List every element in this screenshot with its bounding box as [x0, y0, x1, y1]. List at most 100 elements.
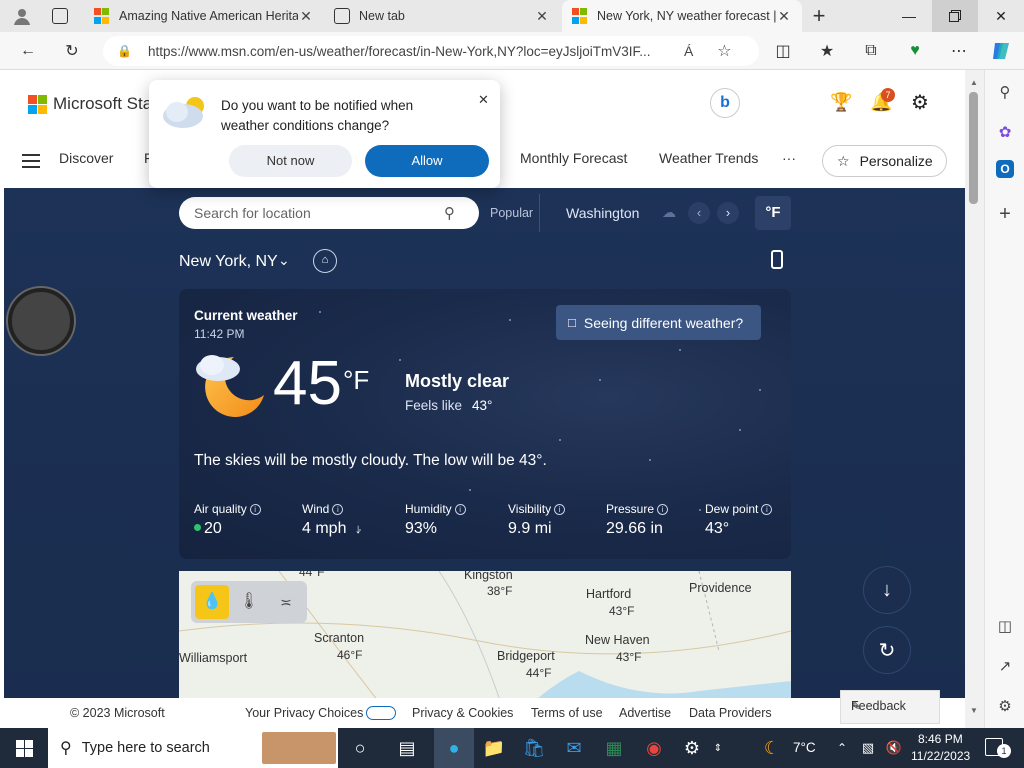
- info-icon[interactable]: i: [332, 504, 344, 515]
- page-scrollbar[interactable]: ▲ ▼: [965, 70, 984, 728]
- refresh-icon[interactable]: ↻: [59, 38, 85, 64]
- next-city-button[interactable]: ›: [717, 202, 739, 224]
- metric-dew-point[interactable]: Dew point i 43°: [705, 502, 773, 538]
- task-view-icon[interactable]: ▤: [387, 728, 427, 768]
- nav-discover[interactable]: Discover: [59, 150, 113, 166]
- tab-weather-forecast[interactable]: New York, NY weather forecast | ✕: [562, 0, 802, 32]
- windows-start-icon[interactable]: [4, 728, 44, 768]
- privacy-cookies-link[interactable]: Privacy & Cookies: [412, 706, 513, 720]
- favorite-star-icon[interactable]: ☆: [717, 41, 731, 61]
- info-icon[interactable]: i: [249, 504, 261, 515]
- read-aloud-icon[interactable]: Á: [684, 43, 693, 59]
- nav-monthly-forecast[interactable]: Monthly Forecast: [520, 150, 627, 166]
- wind-layer-icon[interactable]: ≍: [271, 585, 301, 619]
- home-icon[interactable]: ⌂: [313, 249, 337, 273]
- info-icon[interactable]: i: [657, 504, 669, 515]
- sidebar-add-icon[interactable]: +: [993, 202, 1017, 226]
- favorites-icon[interactable]: ★: [814, 38, 840, 64]
- address-bar[interactable]: 🔒 https://www.msn.com/en-us/weather/fore…: [103, 36, 759, 66]
- lock-icon[interactable]: 🔒: [117, 44, 132, 58]
- metric-wind[interactable]: Wind i 4 mph ↓: [302, 502, 361, 538]
- bing-icon[interactable]: b: [710, 88, 740, 118]
- allow-button[interactable]: Allow: [365, 145, 489, 177]
- mobile-device-icon[interactable]: [771, 250, 783, 269]
- store-icon[interactable]: 🛍: [514, 728, 554, 768]
- scroll-down-button[interactable]: ↓: [863, 566, 911, 614]
- weather-moon-icon[interactable]: ☾: [752, 728, 792, 768]
- close-window-button[interactable]: ✕: [978, 0, 1024, 32]
- terms-link[interactable]: Terms of use: [531, 706, 603, 720]
- restore-button[interactable]: [932, 0, 978, 32]
- new-tab-button[interactable]: +: [808, 3, 830, 29]
- nav-weather-trends[interactable]: Weather Trends: [659, 150, 758, 166]
- refresh-weather-button[interactable]: ↻: [863, 626, 911, 674]
- nav-more[interactable]: ···: [782, 150, 796, 166]
- app-icon[interactable]: ▦: [594, 728, 634, 768]
- settings-gear-icon[interactable]: ⚙: [911, 90, 929, 115]
- microsoft-logo-icon[interactable]: [28, 95, 47, 114]
- tab-new-tab[interactable]: New tab ✕: [324, 0, 560, 32]
- sidebar-search-icon[interactable]: ⚲: [993, 80, 1017, 104]
- minimize-button[interactable]: —: [886, 0, 932, 32]
- advertise-link[interactable]: Advertise: [619, 706, 671, 720]
- scrollbar-thumb[interactable]: [969, 92, 978, 204]
- location-title[interactable]: New York, NY: [179, 253, 278, 271]
- sidebar-outlook-icon[interactable]: O: [996, 160, 1014, 178]
- privacy-choices-link[interactable]: Your Privacy Choices: [245, 706, 363, 720]
- clock-time[interactable]: 8:46 PM: [918, 732, 963, 746]
- volume-muted-icon[interactable]: 🔇: [882, 728, 906, 768]
- metric-humidity[interactable]: Humidity i 93%: [405, 502, 466, 538]
- metric-visibility[interactable]: Visibility i 9.9 mi: [508, 502, 566, 538]
- collections-icon[interactable]: ⧉: [858, 38, 884, 64]
- tray-chevron-up-icon[interactable]: ⌃: [830, 728, 854, 768]
- personalize-button[interactable]: ☆ Personalize: [822, 145, 947, 177]
- popular-city-washington[interactable]: Washington: [566, 205, 639, 221]
- taskbar-search-input[interactable]: Type here to search: [82, 740, 210, 756]
- metric-pressure[interactable]: Pressure i 29.66 in: [606, 502, 669, 538]
- taskbar-search-box[interactable]: ⚲ Type here to search: [48, 728, 338, 768]
- popup-close-icon[interactable]: ✕: [478, 92, 489, 108]
- data-providers-link[interactable]: Data Providers: [689, 706, 772, 720]
- profile-icon[interactable]: [12, 6, 32, 26]
- info-icon[interactable]: i: [554, 504, 566, 515]
- settings-more-icon[interactable]: ⋯: [946, 38, 972, 64]
- search-input[interactable]: Search for location: [194, 205, 444, 221]
- clock-date[interactable]: 11/22/2023: [911, 749, 970, 763]
- precipitation-layer-icon[interactable]: 💧: [195, 585, 229, 619]
- temperature-layer-icon[interactable]: 🌡: [234, 585, 264, 619]
- scroll-up-arrow[interactable]: ▲: [970, 78, 978, 87]
- split-screen-icon[interactable]: ◫: [770, 38, 796, 64]
- back-icon[interactable]: ←: [15, 38, 41, 64]
- metric-air-quality[interactable]: Air quality i 20: [194, 502, 261, 538]
- cortana-icon[interactable]: ○: [340, 728, 380, 768]
- brand-name[interactable]: Microsoft Sta: [53, 94, 152, 114]
- close-tab-icon[interactable]: ✕: [776, 8, 792, 25]
- edge-taskbar-icon[interactable]: ●: [434, 728, 474, 768]
- close-tab-icon[interactable]: ✕: [298, 8, 314, 25]
- file-explorer-icon[interactable]: 📁: [474, 728, 514, 768]
- taskbar-overflow-chevron-icon[interactable]: ⇕: [706, 728, 730, 768]
- info-icon[interactable]: i: [454, 504, 466, 515]
- chrome-icon[interactable]: ◉: [634, 728, 674, 768]
- info-icon[interactable]: i: [761, 504, 773, 515]
- side-widget-circle[interactable]: [8, 288, 74, 354]
- menu-hamburger-icon[interactable]: [22, 154, 40, 168]
- search-icon[interactable]: ⚲: [444, 204, 455, 222]
- prev-city-button[interactable]: ‹: [688, 202, 710, 224]
- location-search-box[interactable]: Search for location ⚲: [179, 197, 479, 229]
- feedback-button[interactable]: ✎ Feedback: [840, 690, 940, 724]
- copilot-icon[interactable]: [988, 38, 1014, 64]
- sidebar-copilot-icon[interactable]: ✿: [993, 120, 1017, 144]
- sidebar-panel-icon[interactable]: ◫: [993, 614, 1017, 638]
- unit-toggle[interactable]: °F: [755, 196, 791, 230]
- not-now-button[interactable]: Not now: [229, 145, 352, 177]
- close-tab-icon[interactable]: ✕: [534, 8, 550, 25]
- scroll-down-arrow[interactable]: ▼: [970, 706, 978, 715]
- chevron-down-icon[interactable]: ⌄: [278, 252, 290, 269]
- tab-actions-icon[interactable]: [52, 8, 68, 24]
- mail-icon[interactable]: ✉: [554, 728, 594, 768]
- seeing-different-weather-button[interactable]: □ Seeing different weather?: [556, 305, 761, 340]
- browser-essentials-icon[interactable]: ♥: [902, 38, 928, 64]
- taskbar-weather-temp[interactable]: 7°C: [793, 740, 816, 755]
- tab-native-american[interactable]: Amazing Native American Herita ✕: [84, 0, 324, 32]
